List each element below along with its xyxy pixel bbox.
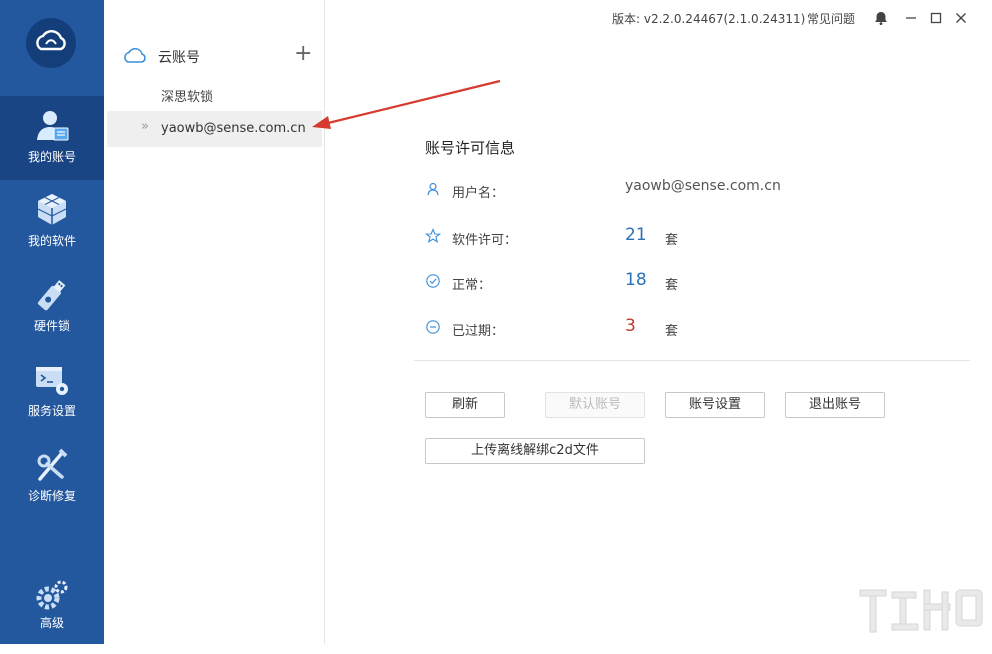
annotation-arrow (312, 79, 501, 129)
username-value: yaowb@sense.com.cn (625, 178, 781, 194)
app-window: 我的账号 我的软件 硬件锁 服务设置 诊断修复 高级 云账号 + 深思软锁 » … (0, 0, 992, 644)
cube-software-icon (37, 194, 67, 225)
upload-c2d-button[interactable]: 上传离线解绑c2d文件 (425, 438, 645, 464)
nav-item-my-account[interactable]: 我的账号 (0, 96, 104, 180)
account-settings-button[interactable]: 账号设置 (665, 392, 765, 418)
software-license-row: 软件许可： 21 套 (425, 225, 965, 249)
tree-node-label: 深思软锁 (161, 90, 214, 105)
faq-link[interactable]: 常见问题 (807, 10, 855, 27)
nav-item-hardware-lock[interactable]: 硬件锁 (0, 265, 104, 349)
close-icon[interactable] (953, 10, 969, 26)
tree-node-sense-soft-lock[interactable]: 深思软锁 (104, 76, 324, 112)
version-text: 版本: v2.2.0.24467(2.1.0.24311) (612, 12, 806, 26)
check-circle-icon (426, 274, 440, 288)
tree-node-label: yaowb@sense.com.cn (161, 121, 306, 136)
star-icon (425, 228, 441, 243)
nav-item-my-software[interactable]: 我的软件 (0, 180, 104, 264)
username-label: 用户名： (452, 186, 505, 201)
tree-title: 云账号 (158, 50, 200, 66)
unit-label: 套 (665, 278, 679, 293)
nav-label-advanced: 高级 (39, 616, 64, 630)
nav-label-my-software: 我的软件 (27, 234, 76, 248)
nav-item-diagnose-repair[interactable]: 诊断修复 (0, 435, 104, 519)
nav-label-diagnose-repair: 诊断修复 (27, 489, 76, 503)
normal-row: 正常： 18 套 (425, 270, 965, 294)
cloud-logo-icon (36, 30, 66, 51)
user-account-icon (37, 111, 69, 141)
minus-circle-icon (426, 320, 440, 334)
tree-node-account[interactable]: » yaowb@sense.com.cn (107, 111, 322, 147)
software-license-count: 21 (625, 225, 647, 245)
gears-icon (36, 580, 68, 610)
bell-icon[interactable] (873, 10, 889, 26)
chevron-double-right-icon: » (141, 119, 149, 134)
nav-label-hardware-lock: 硬件锁 (33, 319, 70, 333)
maximize-icon[interactable] (928, 10, 944, 26)
expired-count: 3 (625, 316, 636, 336)
normal-label: 正常： (452, 278, 492, 293)
cloud-icon (124, 47, 146, 63)
watermark-logo (859, 589, 983, 633)
tree-header: 云账号 + (104, 40, 324, 70)
title-bar: 版本: v2.2.0.24467(2.1.0.24311) 常见问题 (325, 0, 992, 34)
user-icon (427, 182, 439, 196)
left-nav: 我的账号 我的软件 硬件锁 服务设置 诊断修复 高级 (0, 0, 104, 644)
app-logo (26, 18, 76, 68)
divider (414, 360, 970, 361)
username-row: 用户名： yaowb@sense.com.cn (425, 178, 965, 202)
refresh-button[interactable]: 刷新 (425, 392, 505, 418)
unit-label: 套 (665, 233, 679, 248)
unit-label: 套 (665, 324, 679, 339)
nav-item-service-settings[interactable]: 服务设置 (0, 350, 104, 434)
normal-count: 18 (625, 270, 647, 290)
license-info-title: 账号许可信息 (425, 139, 516, 157)
minimize-icon[interactable] (903, 10, 919, 26)
usb-dongle-icon (37, 280, 66, 311)
expired-row: 已过期： 3 套 (425, 316, 965, 340)
terminal-gear-icon (36, 367, 68, 395)
add-account-button[interactable]: + (294, 40, 312, 68)
nav-item-advanced[interactable]: 高级 (0, 570, 104, 654)
nav-label-service-settings: 服务设置 (27, 404, 76, 418)
wrench-screwdriver-icon (37, 448, 68, 481)
logout-button[interactable]: 退出账号 (785, 392, 885, 418)
account-tree-panel: 云账号 + 深思软锁 » yaowb@sense.com.cn (104, 0, 325, 644)
expired-label: 已过期： (452, 324, 505, 339)
software-license-label: 软件许可： (452, 233, 518, 248)
default-account-button[interactable]: 默认账号 (545, 392, 645, 418)
nav-label-my-account: 我的账号 (27, 150, 76, 164)
